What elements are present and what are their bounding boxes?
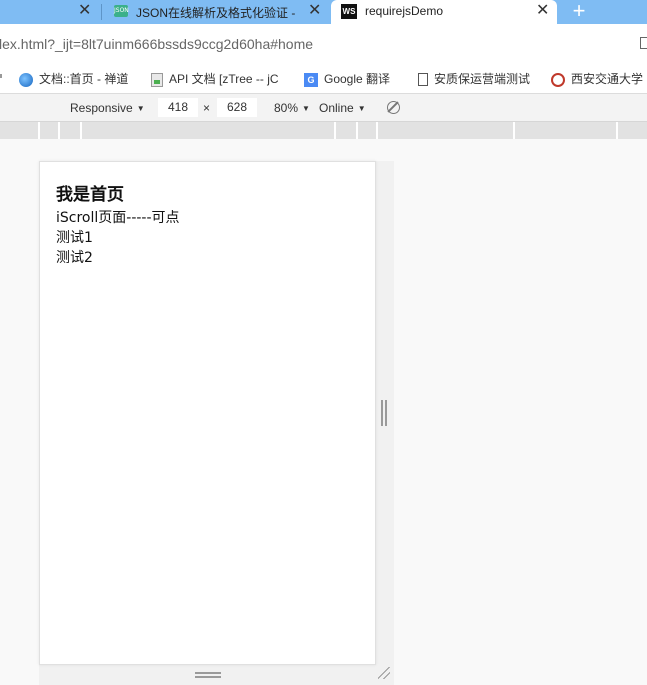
device-label: Responsive [70,101,133,115]
document-icon [418,73,428,87]
new-tab-button[interactable]: + [567,0,591,23]
tab-previous[interactable]: ✕ [0,0,101,24]
media-query-segment[interactable] [80,122,82,139]
seal-icon [551,72,565,87]
dropdown-caret-icon: ▼ [136,104,145,113]
device-select[interactable]: Responsive ▼ [70,101,145,115]
dropdown-caret-icon: ▼ [302,104,310,113]
media-query-segment[interactable] [616,122,618,139]
width-input[interactable]: 418 [158,98,198,117]
google-translate-icon: G [304,72,318,87]
tab-requirejsdemo[interactable]: WS requirejsDemo ✕ [331,0,557,24]
tab-title: JSON在线解析及格式化验证 - [136,6,296,20]
throttle-select[interactable]: Online ▼ [319,101,366,115]
bookmark-xjtu[interactable]: 西安交通大学 [551,70,643,87]
bookmark-label: Google 翻译 [324,72,391,86]
zoom-select[interactable]: 80% ▼ [274,101,310,115]
close-tab-icon[interactable]: ✕ [78,2,91,20]
throttle-label: Online [319,101,354,115]
bookmark-label: 文档::首页 - 禅道 [39,72,129,86]
bookmark-label: 安质保运营端测试 [434,72,531,86]
resize-handle-horizontal-icon[interactable] [195,672,221,678]
bookmark-ztree-api[interactable]: API 文档 [zTree -- jC [151,70,279,87]
resize-corner-icon[interactable] [378,667,390,679]
rotate-icon[interactable] [387,101,400,114]
bookmark-overflow-icon [0,74,2,78]
iscroll-link[interactable]: iScroll页面-----可点 [56,208,180,228]
page-action-icon[interactable] [640,37,647,49]
dimension-separator: × [203,101,211,115]
media-query-segment[interactable] [58,122,60,139]
close-tab-icon[interactable]: ✕ [536,2,549,20]
bookmark-anzhibao[interactable]: 安质保运营端测试 [418,70,530,87]
bookmark-google-translate[interactable]: G Google 翻译 [304,70,390,87]
bookmarks-bar: 文档::首页 - 禅道 API 文档 [zTree -- jC G Google … [0,62,647,94]
media-query-segment[interactable] [513,122,515,139]
url-field[interactable]: lex.html?_ijt=8lt7uinm666bssds9ccg2d60ha… [0,36,313,52]
resize-handle-vertical-icon[interactable] [381,400,387,426]
height-input[interactable]: 628 [217,98,257,117]
page-title: 我是首页 [56,185,124,205]
test-item-2: 测试2 [56,250,93,266]
tab-strip: ✕ JSON JSON在线解析及格式化验证 - ✕ WS requirejsDe… [0,0,647,24]
sheet-icon [151,72,163,87]
media-query-segment[interactable] [38,122,40,139]
close-tab-icon[interactable]: ✕ [308,2,321,20]
dropdown-caret-icon: ▼ [357,104,366,113]
bookmark-label: 西安交通大学 [571,72,644,86]
device-frame: 我是首页 iScroll页面-----可点 测试1 测试2 [39,161,376,665]
address-bar: lex.html?_ijt=8lt7uinm666bssds9ccg2d60ha… [0,24,647,62]
test-item-1: 测试1 [56,230,93,246]
media-query-segment[interactable] [376,122,378,139]
zoom-label: 80% [274,101,299,115]
media-query-bar [0,122,647,139]
json-icon: JSON [114,5,129,17]
device-toolbar: Responsive ▼ 418 × 628 80% ▼ Online ▼ [0,94,647,122]
tab-title: requirejsDemo [365,4,444,18]
webstorm-icon: WS [341,4,357,19]
tab-json[interactable]: JSON JSON在线解析及格式化验证 - ✕ [102,0,330,24]
media-query-segment[interactable] [334,122,336,139]
globe-icon [19,72,33,87]
page-content: 我是首页 iScroll页面-----可点 测试1 测试2 [56,180,180,268]
bookmark-label: API 文档 [zTree -- jC [169,72,279,86]
bookmark-zentao[interactable]: 文档::首页 - 禅道 [19,70,128,87]
media-query-segment[interactable] [356,122,358,139]
